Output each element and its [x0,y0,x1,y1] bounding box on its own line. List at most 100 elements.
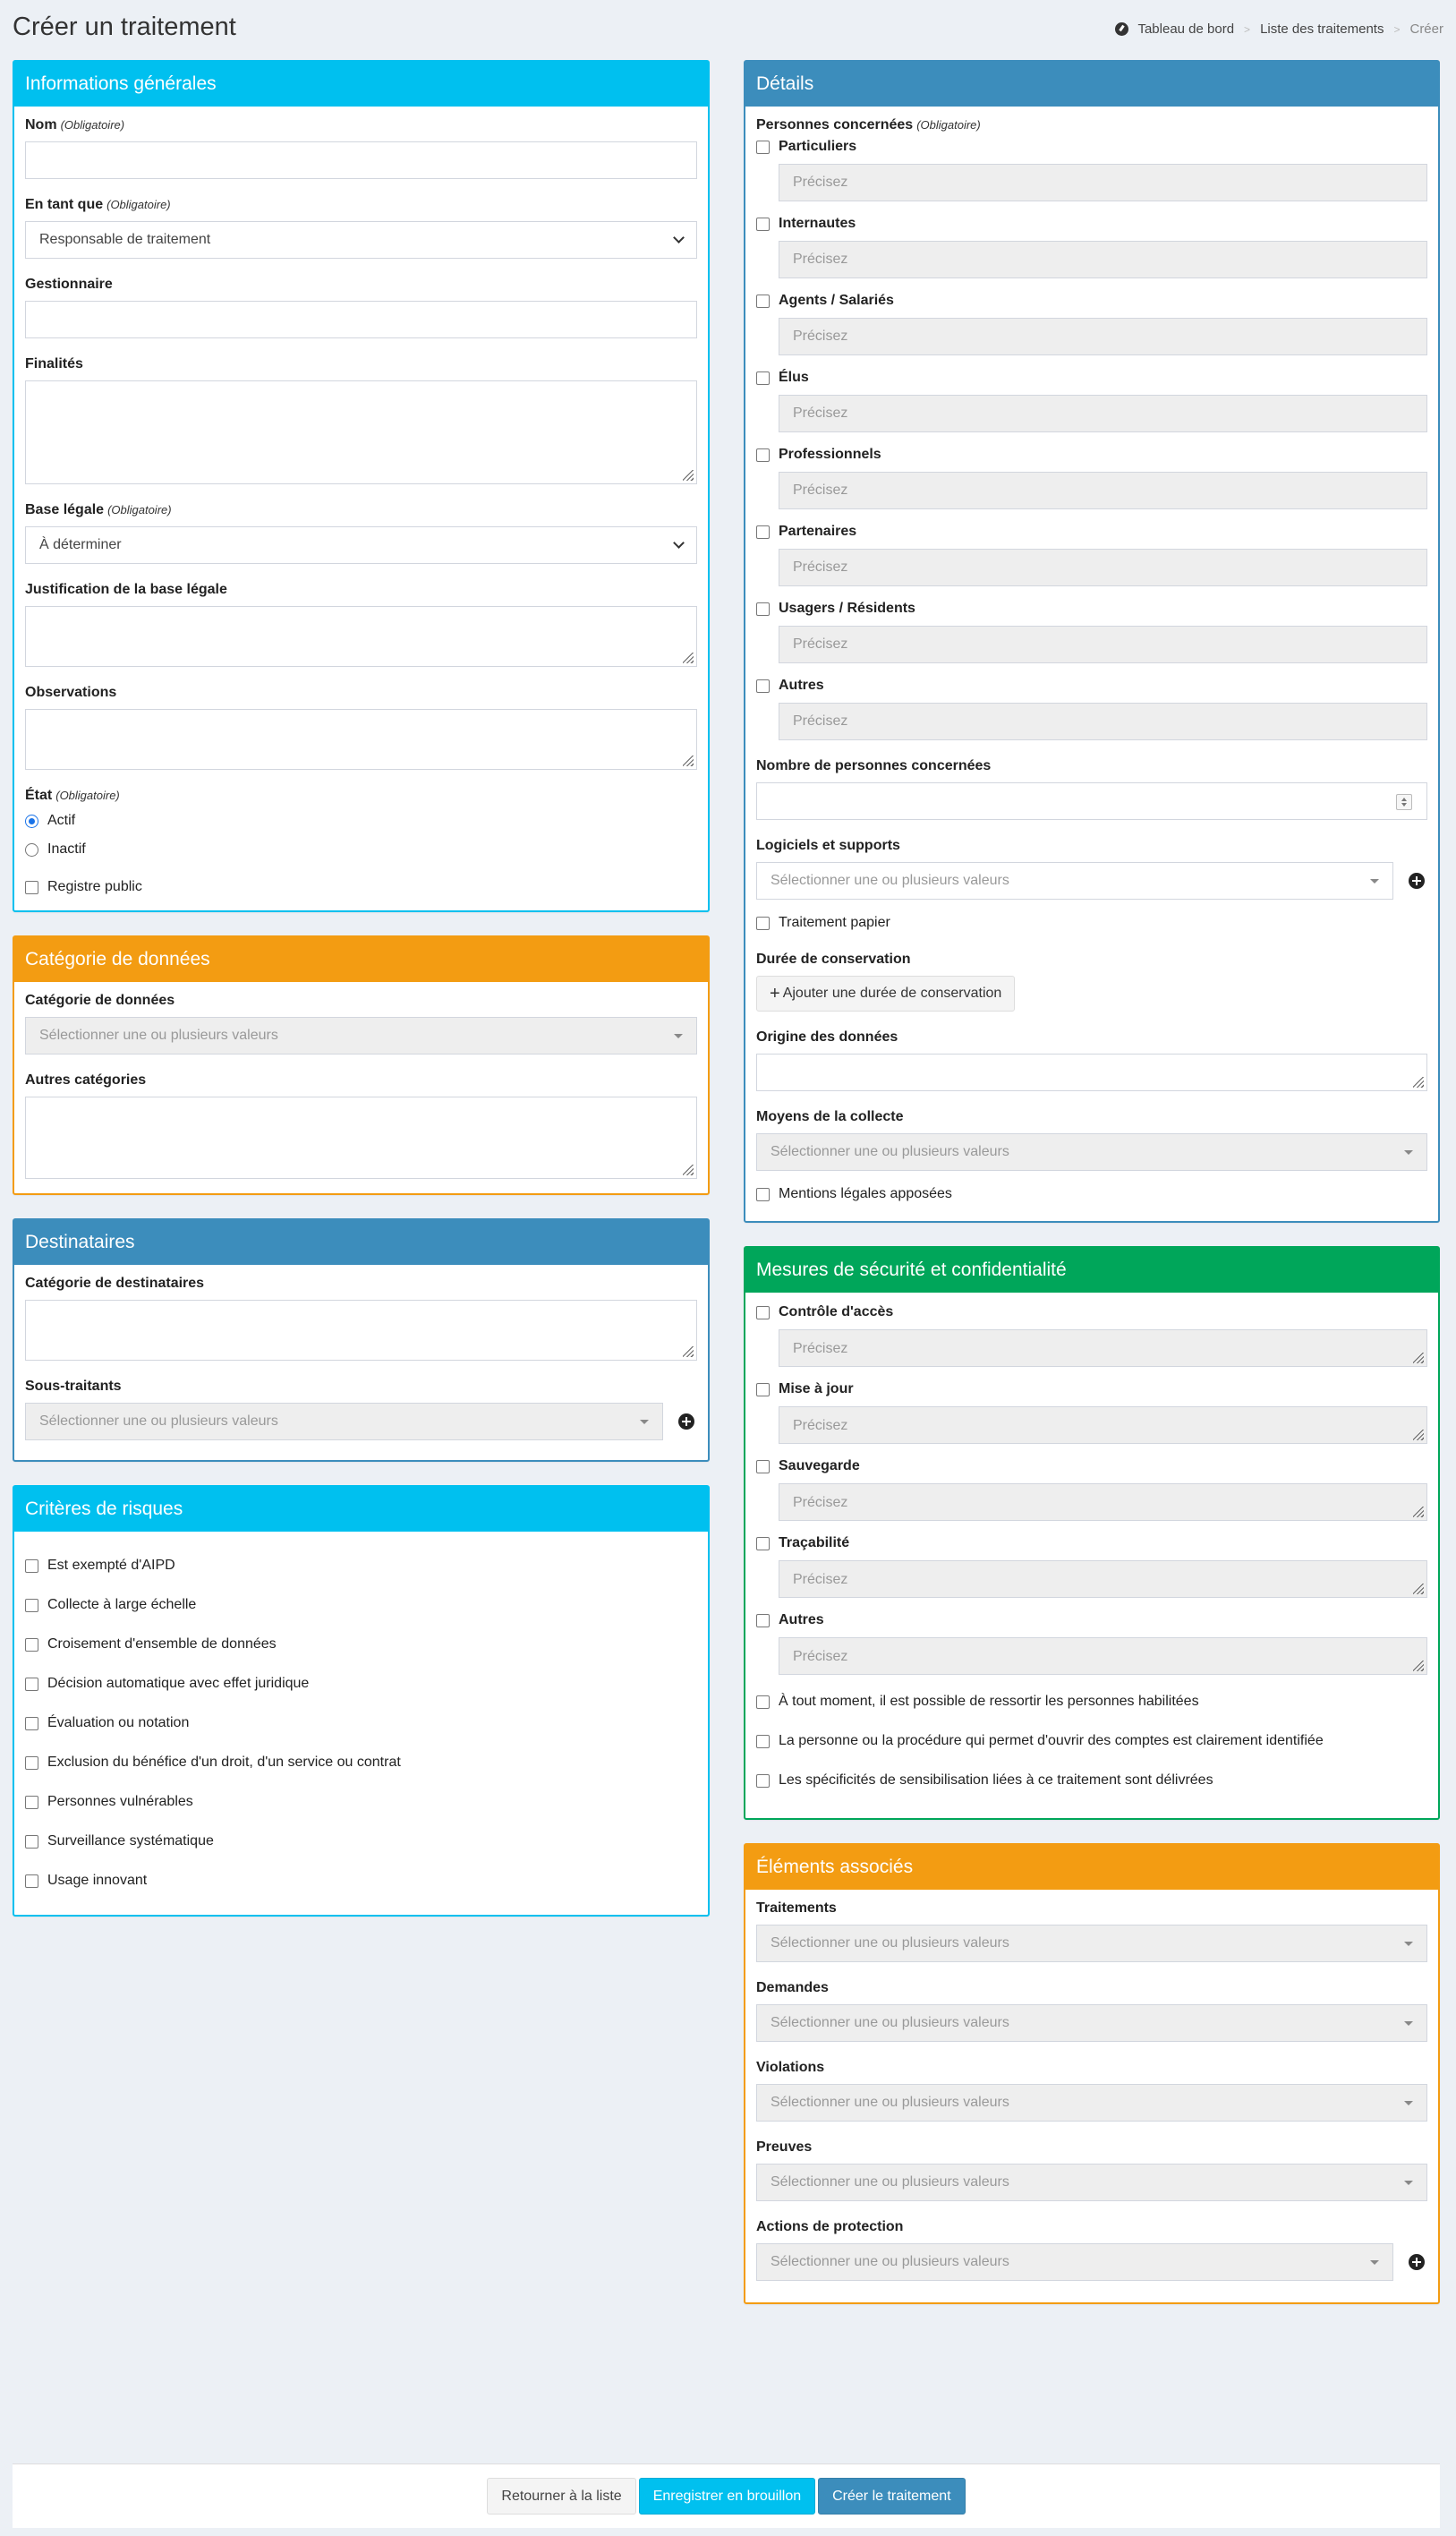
securite-extra-checkbox[interactable]: La personne ou la procédure qui permet d… [756,1732,1427,1750]
resize-handle[interactable] [1413,1661,1424,1671]
checkbox[interactable] [756,1695,770,1709]
etat-actif-radio[interactable]: Actif [25,812,697,830]
base-legale-select[interactable]: À déterminer [25,526,697,564]
checkbox[interactable] [25,1755,38,1770]
registre-public-checkbox[interactable]: Registre public [25,878,697,896]
spinner-icon[interactable] [1396,794,1412,810]
violations-select[interactable]: Sélectionner une ou plusieurs valeurs [756,2084,1427,2122]
securite-checkbox[interactable]: Contrôle d'accès [756,1303,1427,1321]
checkbox[interactable] [756,448,770,462]
checkbox[interactable] [756,1773,770,1788]
risque-checkbox[interactable]: Usage innovant [25,1872,697,1890]
checkbox[interactable] [756,1382,770,1396]
actions-protection-select[interactable]: Sélectionner une ou plusieurs valeurs [756,2243,1393,2281]
checkbox[interactable] [25,1677,38,1691]
breadcrumb-dashboard[interactable]: Tableau de bord [1137,21,1234,37]
preuves-select[interactable]: Sélectionner une ou plusieurs valeurs [756,2164,1427,2201]
checkbox[interactable] [756,217,770,231]
risque-checkbox[interactable]: Personnes vulnérables [25,1793,697,1811]
checkbox[interactable] [25,1795,38,1809]
checkbox[interactable] [25,1558,38,1573]
categorie-select[interactable]: Sélectionner une ou plusieurs valeurs [25,1017,697,1055]
precisez-input[interactable]: Précisez [779,472,1427,509]
save-draft-button[interactable]: Enregistrer en brouillon [638,2478,816,2515]
personne-checkbox[interactable]: Agents / Salariés [756,292,1427,310]
categorie-destinataires-textarea[interactable] [25,1300,697,1361]
checkbox[interactable] [25,880,38,894]
personne-checkbox[interactable]: Usagers / Résidents [756,600,1427,618]
personne-checkbox[interactable]: Partenaires [756,523,1427,541]
observations-textarea[interactable] [25,709,697,770]
resize-handle[interactable] [1413,1353,1424,1363]
precisez-input[interactable]: Précisez [779,549,1427,586]
checkbox[interactable] [756,1734,770,1748]
personne-checkbox[interactable]: Autres [756,677,1427,695]
checkbox[interactable] [756,1613,770,1627]
mentions-checkbox[interactable]: Mentions légales apposées [756,1185,1427,1203]
checkbox[interactable] [756,1305,770,1319]
nombre-number-input[interactable] [756,782,1427,820]
traitement-papier-checkbox[interactable]: Traitement papier [756,914,1427,932]
precisez-textarea[interactable]: Précisez [779,1329,1427,1367]
radio-on[interactable] [25,814,38,828]
risque-checkbox[interactable]: Collecte à large échelle [25,1596,697,1614]
risque-checkbox[interactable]: Décision automatique avec effet juridiqu… [25,1675,697,1693]
add-circle-icon[interactable] [678,1413,694,1430]
securite-extra-checkbox[interactable]: À tout moment, il est possible de ressor… [756,1693,1427,1711]
checkbox[interactable] [25,1716,38,1730]
traitements-select[interactable]: Sélectionner une ou plusieurs valeurs [756,1925,1427,1962]
checkbox[interactable] [756,294,770,308]
securite-checkbox[interactable]: Sauvegarde [756,1457,1427,1475]
moyens-select[interactable]: Sélectionner une ou plusieurs valeurs [756,1133,1427,1171]
checkbox[interactable] [25,1598,38,1612]
sous-traitants-select[interactable]: Sélectionner une ou plusieurs valeurs [25,1403,663,1440]
resize-handle[interactable] [683,1165,694,1175]
checkbox[interactable] [756,602,770,616]
justification-textarea[interactable] [25,606,697,667]
precisez-input[interactable]: Précisez [779,318,1427,355]
personne-checkbox[interactable]: Élus [756,369,1427,387]
risque-checkbox[interactable]: Surveillance systématique [25,1832,697,1850]
risque-checkbox[interactable]: Est exempté d'AIPD [25,1557,697,1575]
checkbox[interactable] [756,371,770,385]
resize-handle[interactable] [683,756,694,766]
securite-checkbox[interactable]: Autres [756,1611,1427,1629]
checkbox[interactable] [756,916,770,930]
origine-textarea[interactable] [756,1054,1427,1091]
add-duree-button[interactable]: + Ajouter une durée de conservation [756,976,1016,1012]
resize-handle[interactable] [1413,1430,1424,1440]
add-circle-icon[interactable] [1409,873,1425,889]
radio-off[interactable] [25,842,38,857]
risque-checkbox[interactable]: Exclusion du bénéfice d'un droit, d'un s… [25,1754,697,1772]
add-circle-icon[interactable] [1409,2254,1425,2270]
resize-handle[interactable] [683,470,694,481]
gestionnaire-input[interactable] [25,301,697,338]
checkbox[interactable] [756,1459,770,1473]
checkbox[interactable] [756,525,770,539]
finalites-textarea[interactable] [25,380,697,484]
resize-handle[interactable] [1413,1077,1424,1088]
checkbox[interactable] [756,1187,770,1201]
precisez-textarea[interactable]: Précisez [779,1637,1427,1675]
risque-checkbox[interactable]: Croisement d'ensemble de données [25,1635,697,1653]
demandes-select[interactable]: Sélectionner une ou plusieurs valeurs [756,2004,1427,2042]
resize-handle[interactable] [683,653,694,663]
breadcrumb-list[interactable]: Liste des traitements [1260,21,1384,37]
checkbox[interactable] [25,1834,38,1849]
resize-handle[interactable] [1413,1507,1424,1517]
precisez-input[interactable]: Précisez [779,164,1427,201]
checkbox[interactable] [756,1536,770,1550]
autres-categories-textarea[interactable] [25,1097,697,1179]
personne-checkbox[interactable]: Particuliers [756,138,1427,156]
precisez-input[interactable]: Précisez [779,395,1427,432]
resize-handle[interactable] [683,1346,694,1357]
create-treatment-button[interactable]: Créer le traitement [818,2478,966,2515]
precisez-textarea[interactable]: Précisez [779,1560,1427,1598]
back-to-list-button[interactable]: Retourner à la liste [487,2478,636,2515]
personne-checkbox[interactable]: Internautes [756,215,1427,233]
nom-input[interactable] [25,141,697,179]
risque-checkbox[interactable]: Évaluation ou notation [25,1714,697,1732]
en-tant-que-select[interactable]: Responsable de traitement [25,221,697,259]
checkbox[interactable] [756,140,770,154]
resize-handle[interactable] [1413,1584,1424,1594]
